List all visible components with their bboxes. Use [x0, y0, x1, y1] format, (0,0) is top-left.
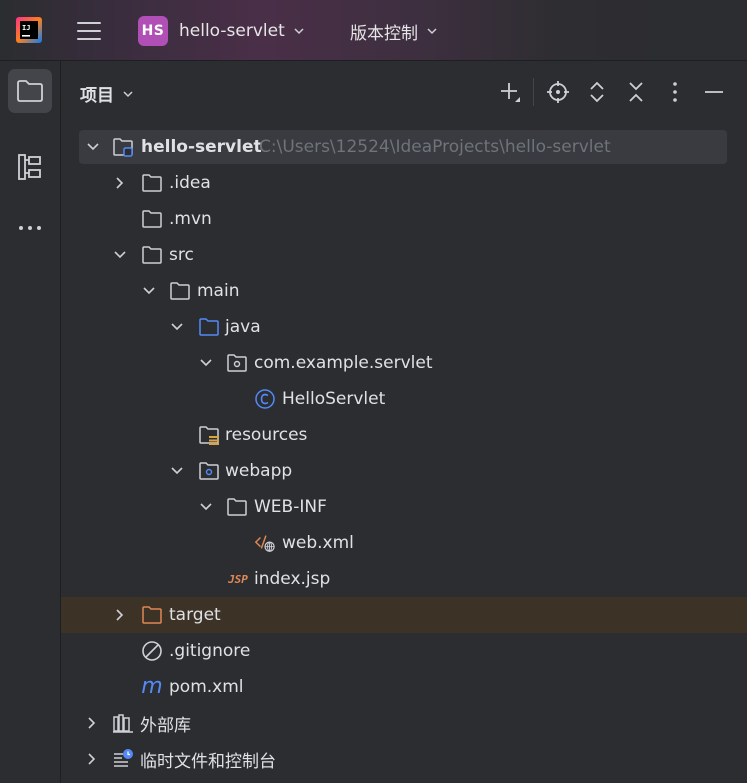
chevron-down-icon[interactable] [169, 319, 185, 335]
expand-all-icon[interactable] [584, 79, 610, 105]
resources-folder-icon [198, 424, 220, 446]
xml-file-icon [254, 532, 276, 554]
folder-icon [17, 80, 43, 102]
chevron-down-icon[interactable] [141, 283, 157, 299]
hamburger-menu-icon[interactable] [76, 19, 102, 43]
webapp-label: webapp [225, 461, 293, 481]
project-tool-button[interactable] [8, 69, 52, 113]
folder-icon [141, 244, 163, 266]
tree-node-pom[interactable]: m pom.xml [61, 669, 747, 705]
external-libs-label: 外部库 [140, 715, 191, 736]
folder-icon [226, 496, 248, 518]
root-path: C:\Users\12524\IdeaProjects\hello-servle… [259, 137, 611, 157]
folder-icon [141, 208, 163, 230]
module-folder-icon [112, 136, 134, 158]
add-icon[interactable] [497, 79, 523, 105]
structure-tool-button[interactable] [8, 145, 52, 189]
tree-node-src[interactable]: src [61, 237, 747, 273]
tree-node-package[interactable]: com.example.servlet [61, 345, 747, 381]
chevron-down-icon [294, 28, 304, 35]
excluded-folder-icon [141, 604, 163, 626]
ignore-file-icon [141, 640, 163, 662]
tree-node-class[interactable]: HelloServlet [61, 381, 747, 417]
scratches-label: 临时文件和控制台 [140, 751, 276, 772]
class-label: HelloServlet [282, 389, 386, 409]
project-switcher[interactable]: HS hello-servlet [138, 16, 305, 46]
java-class-icon [254, 388, 276, 410]
web-folder-icon [198, 460, 220, 482]
tree-node-root[interactable]: hello-servlet C:\Users\12524\IdeaProject… [79, 130, 727, 164]
jsp-file-icon: JSP [226, 568, 250, 590]
chevron-down-icon[interactable] [112, 247, 128, 263]
options-icon[interactable] [662, 79, 688, 105]
pom-label: pom.xml [169, 677, 244, 697]
tree-node-resources[interactable]: resources [61, 417, 747, 453]
target-label: target [169, 605, 221, 625]
library-icon [112, 712, 134, 734]
root-label: hello-servlet [141, 137, 262, 157]
tree-node-idea[interactable]: .idea [61, 165, 747, 201]
project-panel: 项目 hello-servlet C:\Users\12524\IdeaProj… [61, 61, 747, 783]
locate-icon[interactable] [545, 79, 571, 105]
scratches-icon [112, 748, 134, 770]
more-icon [19, 226, 41, 230]
main-label: main [197, 281, 240, 301]
tree-node-mvn[interactable]: .mvn [61, 201, 747, 237]
gitignore-label: .gitignore [169, 641, 251, 661]
hide-icon[interactable] [701, 79, 727, 105]
tree-node-main[interactable]: main [61, 273, 747, 309]
chevron-down-icon [427, 28, 437, 35]
tree-node-webinf[interactable]: WEB-INF [61, 489, 747, 525]
header-separator [533, 78, 534, 106]
folder-icon [141, 172, 163, 194]
webinf-label: WEB-INF [254, 497, 327, 517]
panel-title-dropdown[interactable]: 项目 [80, 81, 134, 106]
jsp-badge: JSP [228, 572, 248, 586]
vcs-label: 版本控制 [350, 23, 418, 44]
tree-node-gitignore[interactable]: .gitignore [61, 633, 747, 669]
package-label: com.example.servlet [254, 353, 433, 373]
title-bar: IJ HS hello-servlet 版本控制 [0, 0, 747, 61]
java-label: java [225, 317, 261, 337]
chevron-down-icon[interactable] [198, 355, 214, 371]
maven-badge: m [141, 674, 163, 699]
resources-label: resources [225, 425, 308, 445]
tree-node-webapp[interactable]: webapp [61, 453, 747, 489]
chevron-down-icon[interactable] [85, 139, 101, 155]
project-name: hello-servlet [179, 21, 285, 41]
chevron-right-icon[interactable] [84, 751, 100, 767]
idea-label: .idea [169, 173, 211, 193]
chevron-down-icon[interactable] [169, 463, 185, 479]
more-tool-button[interactable] [8, 206, 52, 250]
maven-icon: m [140, 676, 164, 698]
collapse-all-icon[interactable] [623, 79, 649, 105]
mvn-label: .mvn [169, 209, 212, 229]
chevron-down-icon[interactable] [198, 499, 214, 515]
intellij-idea-icon[interactable]: IJ [16, 17, 42, 43]
chevron-down-icon [123, 90, 133, 97]
tree-node-scratches[interactable]: 临时文件和控制台 [61, 741, 747, 777]
tree-node-webxml[interactable]: web.xml [61, 525, 747, 561]
package-icon [226, 352, 248, 374]
svg-text:IJ: IJ [22, 24, 30, 32]
tree-node-target[interactable]: target [61, 597, 747, 633]
panel-title: 项目 [80, 86, 114, 106]
source-folder-icon [198, 316, 220, 338]
chevron-right-icon[interactable] [112, 175, 128, 191]
tree-node-indexjsp[interactable]: JSP index.jsp [61, 561, 747, 597]
structure-icon [18, 154, 41, 180]
panel-header: 项目 [61, 61, 747, 123]
chevron-right-icon[interactable] [84, 715, 100, 731]
tree-node-java[interactable]: java [61, 309, 747, 345]
src-label: src [169, 245, 194, 265]
folder-icon [169, 280, 191, 302]
project-badge: HS [138, 16, 168, 46]
tree-node-external-libs[interactable]: 外部库 [61, 705, 747, 741]
vcs-menu[interactable]: 版本控制 [350, 16, 438, 46]
webxml-label: web.xml [282, 533, 354, 553]
tool-window-strip [0, 61, 61, 783]
chevron-right-icon[interactable] [112, 607, 128, 623]
indexjsp-label: index.jsp [254, 569, 331, 589]
